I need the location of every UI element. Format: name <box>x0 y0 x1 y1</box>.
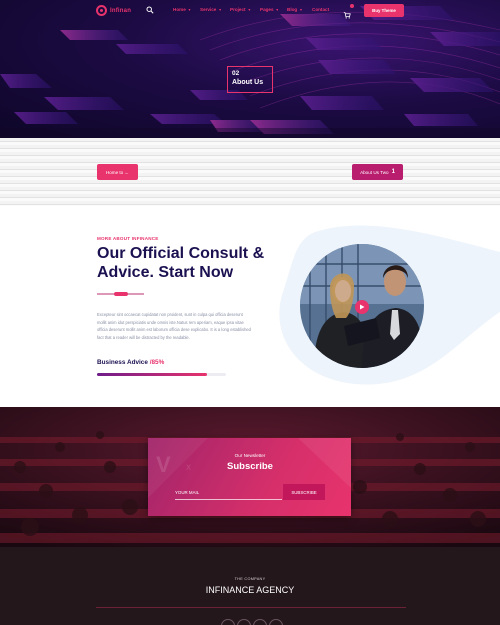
chevron-down-icon: ▼ <box>247 7 252 12</box>
nav-item-label: Project <box>230 7 246 12</box>
prev-page-label: Home to ← <box>105 169 130 175</box>
footer-subtitle: THE COMPANY <box>234 577 266 581</box>
chevron-down-icon: ▼ <box>218 7 222 12</box>
skill-progress-fill <box>97 373 207 376</box>
skill-progress-bar <box>97 373 226 376</box>
skill-label: Business Advice /85% <box>97 359 164 366</box>
skill-name: Business Advice <box>97 359 148 366</box>
search-icon[interactable] <box>146 6 154 14</box>
cart-glyph-icon <box>343 12 351 19</box>
subscribe-button[interactable]: SUBSCRIBE <box>283 484 325 500</box>
nav-item-home[interactable]: Home ▼ <box>173 7 200 12</box>
email-field[interactable] <box>175 486 282 500</box>
prev-page-button[interactable]: Home to ← <box>97 164 138 180</box>
skill-percent: 85% <box>151 359 165 366</box>
play-icon <box>360 304 365 310</box>
nav-item-blog[interactable]: Blog ▼ <box>287 7 312 12</box>
newsletter-title: Subscribe <box>227 461 273 472</box>
nav-item-pages[interactable]: Pages ▼ <box>260 7 287 12</box>
nav-item-label: Pages <box>260 7 274 12</box>
section-tag: MORE ABOUT INFINANCE <box>97 236 159 241</box>
newsletter-card: V x <box>148 438 351 516</box>
footer-title: INFINANCE AGENCY <box>205 585 295 595</box>
nav-item-service[interactable]: Service ▼ <box>200 7 230 12</box>
nav-item-label: Blog <box>287 7 298 12</box>
next-page-button[interactable]: About Us Two 1 <box>352 164 403 180</box>
nav-item-project[interactable]: Project ▼ <box>230 7 260 12</box>
nav-menu: Home ▼ Service ▼ Project ▼ Pages ▼ Blog ▼ Con… <box>173 7 342 12</box>
footer-divider <box>96 607 406 608</box>
nav-item-label: Contact <box>312 7 330 12</box>
nav-item-label: Home <box>173 7 186 12</box>
buy-theme-button[interactable]: Buy Theme <box>364 4 404 17</box>
hero-number: 02 <box>232 70 240 77</box>
play-video-button[interactable] <box>355 300 369 314</box>
card-decoration: V x <box>148 438 351 498</box>
about-heading: Our Official Consult & Advice. Start Now <box>97 245 265 281</box>
logo-mark-icon <box>96 5 107 16</box>
chevron-down-icon: ▼ <box>275 7 280 12</box>
cart-badge <box>350 4 354 8</box>
hero-title-box: 02 About Us <box>227 66 273 93</box>
nav-item-contact[interactable]: Contact <box>312 7 342 12</box>
page-title: About Us <box>232 79 264 86</box>
page-hero: Infinan Home ▼ Service ▼ Project ▼ Pages ▼ B… <box>0 0 500 138</box>
next-page-icon: 1 <box>391 169 395 175</box>
newsletter-subtitle: Our Newsletter <box>234 453 266 458</box>
logo-text: Infinan <box>110 7 132 14</box>
site-logo[interactable]: Infinan <box>96 5 131 16</box>
cart-icon[interactable] <box>343 4 354 19</box>
about-paragraph: Excepteur sint occaecat cupidatat non pr… <box>97 312 251 341</box>
chevron-down-icon: ▼ <box>299 7 303 12</box>
nav-item-label: Service <box>200 7 217 12</box>
main-navbar: Infinan Home ▼ Service ▼ Project ▼ Pages ▼ B… <box>0 0 500 22</box>
next-page-label: About Us Two <box>360 169 389 175</box>
heading-divider <box>97 292 144 296</box>
page-navigation-band <box>0 138 500 206</box>
chevron-down-icon: ▼ <box>187 7 192 12</box>
